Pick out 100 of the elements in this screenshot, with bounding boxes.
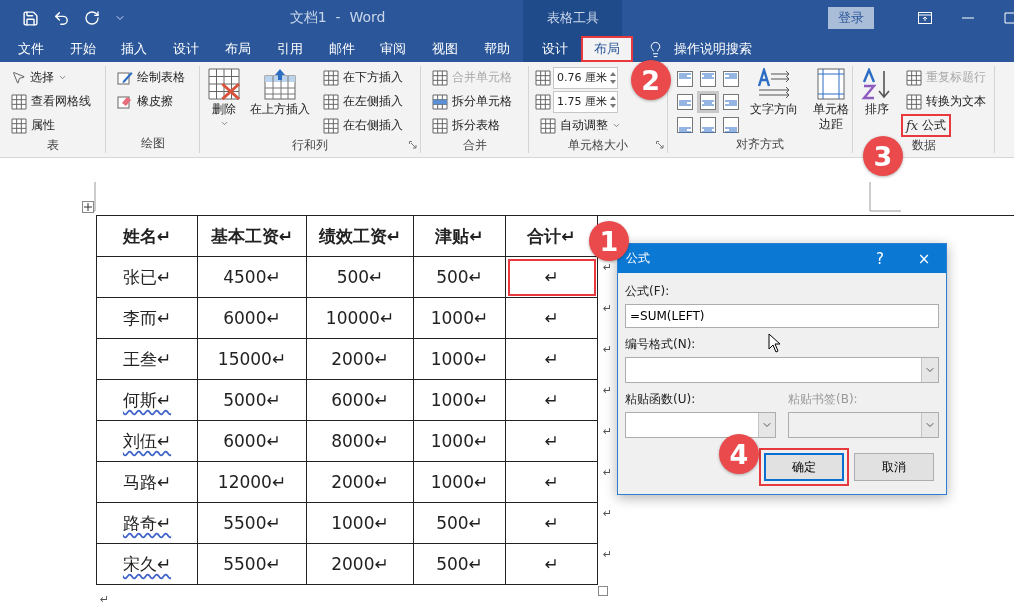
mouse-pointer-icon: [768, 333, 781, 353]
ribbon-tab[interactable]: 开始: [56, 36, 109, 62]
pencil-table-icon: [117, 69, 133, 86]
ribbon-button[interactable]: 拆分单元格: [427, 90, 517, 113]
paste-combo[interactable]: [625, 412, 776, 438]
table-cell: 5500↵: [198, 503, 307, 544]
size-field[interactable]: 1.75 厘米: [553, 90, 618, 113]
table-cell: 6000↵: [198, 298, 307, 339]
ribbon-tab[interactable]: 引用: [264, 36, 316, 62]
table-cell: ↵: [506, 298, 598, 339]
help-button[interactable]: ?: [858, 244, 902, 273]
ribbon-button[interactable]: 橡皮擦: [112, 90, 178, 113]
dropdown-caret-icon: [58, 73, 67, 82]
table-delete-icon: [208, 68, 240, 100]
ribbon-tab[interactable]: 设计: [528, 36, 581, 62]
save-icon[interactable]: [22, 9, 39, 27]
ribbon-button[interactable]: 拆分表格: [427, 114, 505, 137]
align-icon: [677, 71, 693, 87]
ribbon-button[interactable]: 属性: [6, 114, 60, 137]
ribbon-button[interactable]: 选择: [6, 66, 72, 89]
align-icon: [677, 117, 693, 133]
dialog-launcher-icon[interactable]: [409, 141, 417, 149]
table-cell: ↵: [506, 257, 598, 298]
ribbon-button[interactable]: 绘制表格: [112, 66, 190, 89]
table-cell: ↵: [506, 503, 598, 544]
formula-icon: fx: [906, 118, 919, 133]
ribbon-tab[interactable]: 审阅: [367, 36, 420, 62]
row-end-mark: ↵: [602, 547, 614, 563]
table-cell: 8000↵: [307, 421, 414, 462]
ribbon-tab[interactable]: 插入: [108, 36, 161, 62]
table-cell: 1000↵: [414, 421, 506, 462]
table-resize-handle-icon[interactable]: [598, 586, 608, 596]
align-icon: [677, 94, 693, 110]
table-cell: 1000↵: [414, 462, 506, 503]
ribbon-button[interactable]: 在左侧插入: [318, 90, 408, 113]
align-button[interactable]: [674, 91, 696, 113]
size-field[interactable]: 0.76 厘米: [553, 66, 618, 89]
ribbon-button[interactable]: 自动调整: [535, 114, 626, 137]
cell-margins-icon: [817, 68, 845, 100]
tell-me-search[interactable]: 操作说明搜索: [673, 40, 752, 58]
align-button[interactable]: [720, 114, 742, 136]
align-button[interactable]: [697, 91, 719, 113]
text-direction-icon: [757, 68, 791, 100]
table-cell: 1000↵: [307, 503, 414, 544]
table-cell: 李而↵: [97, 298, 198, 339]
align-button[interactable]: [697, 114, 719, 136]
ribbon-large-button[interactable]: 文字方向: [748, 66, 800, 119]
ribbon-display-icon[interactable]: [918, 12, 932, 24]
table-cell: 刘伍↵: [97, 421, 198, 462]
paragraph-mark: ↵: [100, 593, 110, 606]
formula-field[interactable]: =SUM(LEFT): [625, 304, 939, 328]
align-button[interactable]: [674, 68, 696, 90]
row-end-mark: ↵: [602, 342, 614, 358]
align-button[interactable]: [697, 68, 719, 90]
align-icon: [723, 117, 739, 133]
align-icon: [723, 94, 739, 110]
group-label: 行和列: [292, 137, 328, 154]
ribbon-tab[interactable]: 视图: [419, 36, 472, 62]
ribbon-button[interactable]: 转换为文本: [901, 90, 991, 113]
table-cell: 500↵: [414, 544, 506, 585]
table-cell: ↵: [506, 380, 598, 421]
table-cell: 500↵: [414, 257, 506, 298]
ribbon-tab[interactable]: 邮件: [315, 36, 368, 62]
ribbon-tab[interactable]: 设计: [160, 36, 213, 62]
ribbon-button[interactable]: 在右侧插入: [318, 114, 408, 137]
field-label: 公式(F):: [625, 283, 670, 300]
table-cell: 姓名↵: [97, 216, 198, 257]
align-button[interactable]: [720, 68, 742, 90]
margin-corner-mark: [869, 182, 901, 212]
table-cell: ↵: [506, 462, 598, 503]
group-label: 数据: [911, 137, 936, 154]
undo-icon[interactable]: [53, 9, 70, 27]
field-label: 粘贴书签(B):: [788, 391, 858, 408]
redo-icon[interactable]: [84, 10, 100, 26]
ribbon-button[interactable]: 在下方插入: [318, 66, 408, 89]
ribbon-large-button[interactable]: 单元格边距: [806, 66, 856, 134]
align-button[interactable]: [674, 114, 696, 136]
ribbon-tab[interactable]: 布局: [212, 36, 264, 62]
dropdown-caret-icon: [612, 121, 621, 130]
group-label: 单元格大小: [568, 137, 628, 154]
close-button[interactable]: ×: [902, 244, 946, 273]
dialog-button[interactable]: 确定: [759, 448, 849, 486]
ribbon-tab[interactable]: 布局: [580, 36, 633, 62]
ribbon-large-button[interactable]: 删除: [206, 66, 242, 130]
ribbon-tab[interactable]: 文件: [5, 36, 57, 62]
login-button[interactable]: 登录: [828, 7, 874, 29]
table-move-handle-icon[interactable]: [82, 201, 94, 213]
ribbon-large-button[interactable]: 在上方插入: [248, 66, 312, 119]
maximize-icon[interactable]: [1004, 12, 1014, 24]
pointer-icon: [11, 70, 26, 85]
align-button[interactable]: [720, 91, 742, 113]
ribbon-button[interactable]: 查看网格线: [6, 90, 96, 113]
align-icon: [700, 117, 716, 133]
dialog-launcher-icon[interactable]: [656, 141, 664, 149]
row-end-mark: ↵: [602, 383, 614, 399]
table-cell: 10000↵: [307, 298, 414, 339]
ribbon-large-button[interactable]: 排序: [859, 66, 895, 119]
ribbon-button[interactable]: fx 公式: [901, 114, 952, 137]
group-label: 对齐方式: [736, 136, 784, 153]
ribbon-tab[interactable]: 帮助: [471, 36, 523, 62]
